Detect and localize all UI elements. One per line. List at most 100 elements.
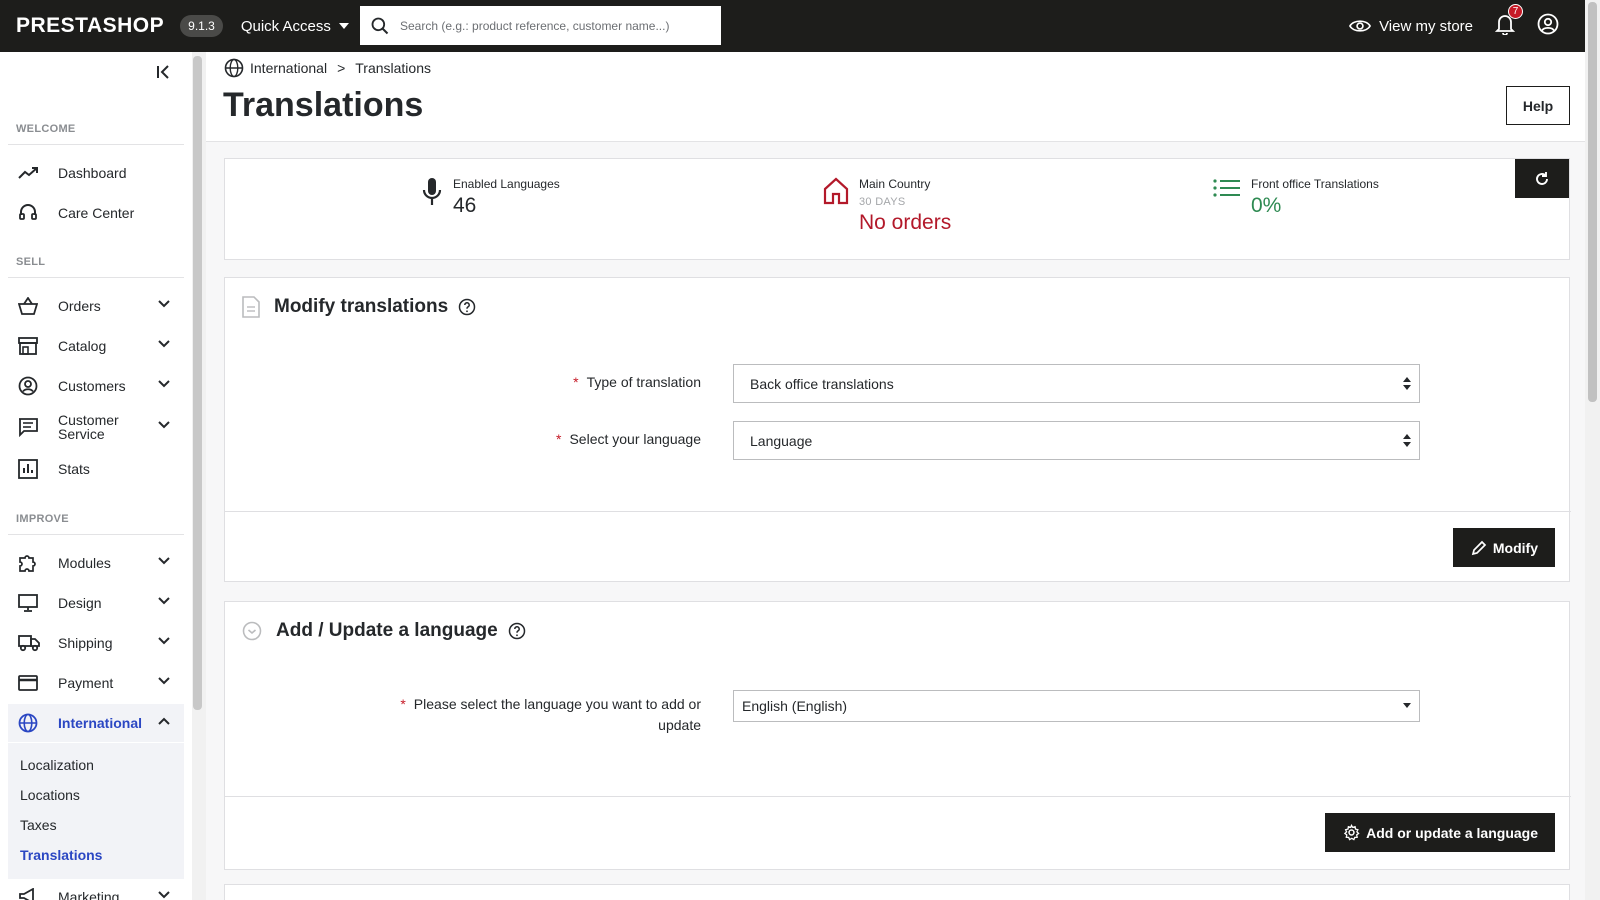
sidebar-scrollbar[interactable] [193,56,202,710]
language-select[interactable]: Language [733,421,1420,460]
trending-icon [18,167,38,179]
submenu-item-locations[interactable]: Locations [20,787,80,803]
sidebar-item-catalog[interactable]: Catalog [8,327,184,365]
help-button[interactable]: Help [1506,86,1570,125]
puzzle-icon [19,555,36,572]
sidebar-item-label: Orders [58,298,101,314]
quick-access-label: Quick Access [240,17,331,35]
sidebar-item-shipping[interactable]: Shipping [8,624,184,662]
chevron-down-icon [158,300,170,308]
language-label: * Select your language [556,429,701,450]
chevron-down-icon [158,891,170,899]
sidebar-item-label: Care Center [58,205,135,221]
add-update-language-card: Add / Update a language * Please select t… [224,601,1571,870]
submenu-item-translations[interactable]: Translations [20,847,102,863]
headset-icon [19,204,37,220]
card-title-text: Modify translations [274,296,449,317]
credit-card-icon [18,675,38,691]
sidebar-item-label: Dashboard [58,165,127,181]
section-sell: SELL [16,256,46,268]
kpi-label: Main Country [859,177,931,191]
sidebar-item-payment[interactable]: Payment [8,664,184,702]
chevron-down-icon [158,637,170,645]
eye-icon [1349,20,1372,32]
page-title: Translations [223,86,424,124]
kpi-label: Front office Translations [1251,177,1379,191]
sidebar-item-stats[interactable]: Stats [8,450,184,488]
chevron-down-icon [158,340,170,348]
sidebar-item-label: International [58,715,143,731]
sidebar-item-modules[interactable]: Modules [8,544,184,582]
view-store-link[interactable]: View my store [1349,18,1473,35]
collapse-icon [157,65,169,79]
required-mark: * [556,431,562,447]
kpi-row: Enabled Languages 46 Main Country 30 DAY… [224,158,1570,260]
section-welcome: WELCOME [16,123,76,135]
sidebar-item-label: Modules [58,555,111,571]
button-label: Modify [1492,539,1538,556]
chevron-down-icon [158,677,170,685]
submenu-item-taxes[interactable]: Taxes [20,817,57,833]
search-input[interactable] [400,18,700,33]
help-circle-icon[interactable] [458,298,476,316]
sidebar-item-label: Marketing [58,889,120,900]
card-title: Modify translations [242,296,476,318]
help-circle-icon[interactable] [508,622,526,640]
kpi-enabled-languages: Enabled Languages 46 [421,177,560,218]
sidebar-item-international[interactable]: International [8,704,184,742]
kpi-label: Enabled Languages [453,177,560,191]
section-improve: IMPROVE [16,513,69,525]
breadcrumb-separator: > [337,60,346,76]
modify-button[interactable]: Modify [1452,528,1555,567]
divider [8,534,184,535]
sidebar-item-customers[interactable]: Customers [8,367,184,405]
modify-translations-card: Modify translations * Type of translation… [224,277,1571,582]
basket-icon [18,297,38,315]
store-icon [18,337,38,355]
refresh-icon [1536,171,1548,185]
sidebar-item-dashboard[interactable]: Dashboard [8,154,184,192]
add-language-select[interactable]: English (English) [733,690,1420,722]
card-title-text: Add / Update a language [276,620,498,641]
add-update-language-button[interactable]: Add or update a language [1325,813,1555,852]
translation-type-select[interactable]: Back office translations [733,364,1420,403]
notifications-button[interactable]: 7 [1494,3,1523,40]
add-language-label: * Please select the language you want to … [400,694,701,736]
page-scrollbar[interactable] [1588,2,1597,402]
prestashop-logo[interactable]: PRESTASHOP [16,14,164,38]
sidebar-item-customer-service[interactable]: Customer Service [8,408,184,446]
sidebar-item-label: Payment [58,675,114,691]
sidebar-item-label: Design [58,595,102,611]
refresh-kpis-button[interactable] [1515,159,1569,198]
card-title: Add / Update a language [242,620,526,642]
breadcrumb-international[interactable]: International [250,60,327,76]
collapse-sidebar-button[interactable] [156,64,172,85]
sidebar-item-label: Customers [58,378,126,394]
submenu-item-localization[interactable]: Localization [20,757,94,773]
translation-type-label: * Type of translation [573,372,701,393]
label-text: update [658,717,701,733]
sidebar-item-design[interactable]: Design [8,584,184,622]
chevron-down-icon [158,380,170,388]
breadcrumb: International > Translations [224,58,431,78]
button-label: Add or update a language [1366,824,1538,841]
user-menu-button[interactable] [1537,13,1559,40]
chat-icon [19,418,38,437]
globe-icon [18,713,38,733]
chevron-down-icon [158,557,170,565]
sidebar-item-care-center[interactable]: Care Center [8,194,184,232]
chevron-down-icon [158,421,170,429]
sidebar-item-orders[interactable]: Orders [8,287,184,325]
card-footer: Add or update a language [225,796,1571,870]
quick-access-dropdown[interactable]: Quick Access [241,18,349,35]
search-icon [371,17,389,34]
kpi-period: 30 DAYS [859,196,906,208]
label-text: Select your language [569,431,701,447]
divider [8,144,184,145]
sidebar-item-marketing[interactable]: Marketing [8,878,184,900]
caret-down-icon [1403,703,1411,708]
next-card [224,884,1570,900]
account-circle-icon [18,376,38,396]
required-mark: * [573,374,579,390]
search-bar[interactable] [360,6,721,45]
